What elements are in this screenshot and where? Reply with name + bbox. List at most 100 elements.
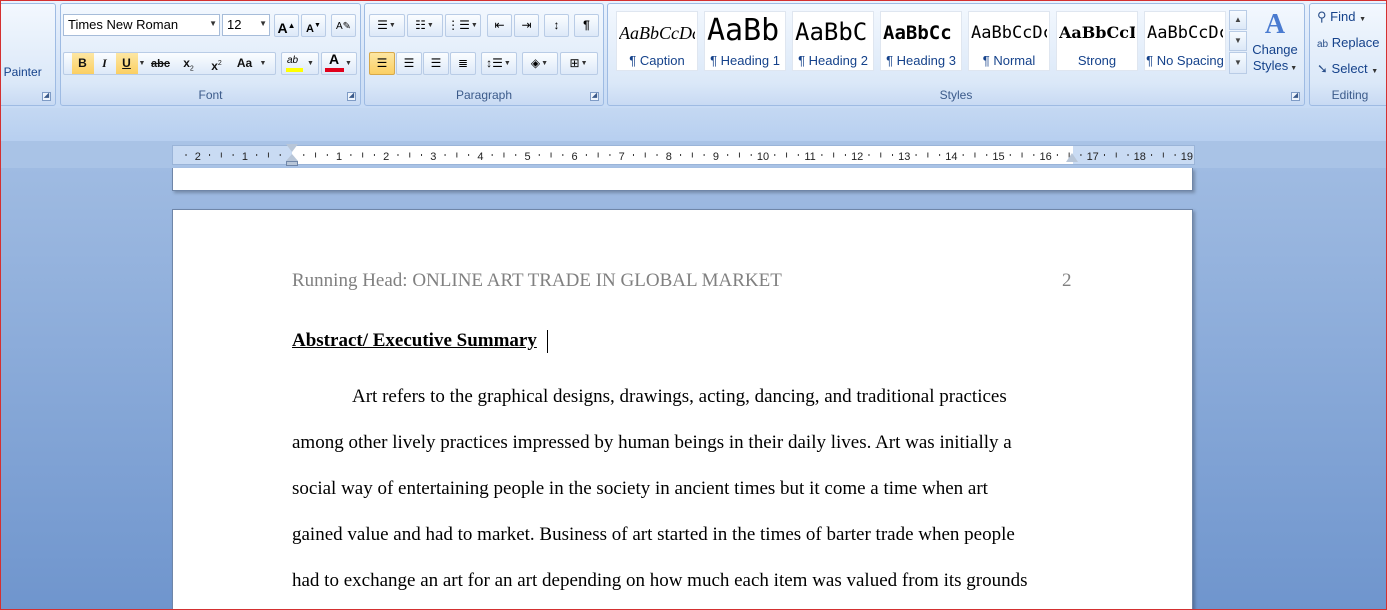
borders-button[interactable]: ⊞▼ xyxy=(560,52,598,75)
align-right-button[interactable]: ☰ xyxy=(423,52,449,75)
select-button[interactable]: ➘ Select ▼ xyxy=(1317,61,1378,77)
gallery-more-button[interactable]: ▼ xyxy=(1229,52,1247,74)
underline-button[interactable]: U xyxy=(115,53,138,74)
multilevel-list-button[interactable]: ⋮☰▼ xyxy=(445,14,481,37)
font-group-label: Font xyxy=(198,88,223,102)
grow-font-button[interactable]: A▲ xyxy=(274,14,299,37)
align-center-button[interactable]: ☰ xyxy=(396,52,422,75)
decrease-indent-icon: ⇤ xyxy=(494,18,505,32)
hanging-indent-marker[interactable] xyxy=(286,154,298,161)
superscript-icon: x xyxy=(211,59,218,73)
clear-formatting-button[interactable]: A✎ xyxy=(331,14,356,37)
ruler-label: 9 xyxy=(713,151,719,163)
ruler-label: 10 xyxy=(757,151,769,163)
font-dialog-launcher[interactable]: ◢ xyxy=(347,92,356,101)
previous-page-bottom xyxy=(172,168,1193,191)
body-line[interactable]: had to exchange an art for an art depend… xyxy=(292,570,1028,592)
document-page[interactable]: Running Head: ONLINE ART TRADE IN GLOBAL… xyxy=(172,209,1193,610)
line-spacing-icon: ↕☰ xyxy=(486,56,503,70)
style-caption[interactable]: AaBbCcDc ¶ Caption xyxy=(616,11,698,71)
gallery-scroll-up[interactable]: ▲ xyxy=(1229,10,1247,30)
gallery-scroll-down[interactable]: ▼ xyxy=(1229,31,1247,51)
borders-icon: ⊞ xyxy=(569,56,580,70)
style-name: ¶ No Spacing xyxy=(1146,53,1224,68)
sort-button[interactable]: ↕ xyxy=(544,14,569,37)
style-name: ¶ Caption xyxy=(629,53,685,68)
font-name-value: Times New Roman xyxy=(68,17,179,32)
font-format-strip: B I U ▼ abc x2 x2 Aa ▼ xyxy=(63,52,276,75)
numbering-button[interactable]: ☷▼ xyxy=(407,14,443,37)
find-button[interactable]: ⚲ Find ▼ xyxy=(1317,9,1366,25)
italic-button[interactable]: I xyxy=(94,53,116,74)
strikethrough-icon: abc xyxy=(151,58,170,70)
body-line[interactable]: among other lively practices impressed b… xyxy=(292,432,1012,454)
paragraph-group-label: Paragraph xyxy=(455,88,513,102)
highlight-color-bar xyxy=(286,68,303,72)
shading-button[interactable]: ◈▼ xyxy=(522,52,558,75)
style-heading-2[interactable]: AaBbC ¶ Heading 2 xyxy=(792,11,874,71)
change-case-icon: Aa xyxy=(236,56,253,70)
ruler-label: 2 xyxy=(195,151,201,163)
style-name: ¶ Heading 2 xyxy=(798,53,868,68)
ruler-label: 6 xyxy=(572,151,578,163)
body-line[interactable]: gained value and had to market. Business… xyxy=(292,524,1015,546)
strikethrough-button[interactable]: abc xyxy=(147,53,175,74)
style-heading-3[interactable]: AaBbCc ¶ Heading 3 xyxy=(880,11,962,71)
change-case-dropdown-icon[interactable]: ▼ xyxy=(259,53,268,74)
editing-group: ⚲ Find ▼ ab Replace ➘ Select ▼ Editing xyxy=(1309,3,1387,106)
ruler-label: 2 xyxy=(383,151,389,163)
style-heading-1[interactable]: AaBb ¶ Heading 1 xyxy=(704,11,786,71)
body-line[interactable]: social way of entertaining people in the… xyxy=(292,478,988,500)
ruler-label: 15 xyxy=(992,151,1004,163)
align-left-button[interactable]: ☰ xyxy=(369,52,395,75)
styles-dialog-launcher[interactable]: ◢ xyxy=(1291,92,1300,101)
font-name-combo[interactable]: Times New Roman ▼ xyxy=(63,14,220,36)
change-case-button[interactable]: Aa xyxy=(231,53,259,74)
subscript-button[interactable]: x2 xyxy=(175,53,203,74)
line-spacing-button[interactable]: ↕☰▼ xyxy=(481,52,517,75)
first-line-indent-marker[interactable] xyxy=(286,144,298,152)
style-name: ¶ Heading 3 xyxy=(886,53,956,68)
align-center-icon: ☰ xyxy=(403,56,415,70)
font-size-combo[interactable]: 12 ▼ xyxy=(222,14,270,36)
highlight-color-button[interactable]: ab ▼ xyxy=(281,52,319,75)
underline-dropdown-icon[interactable]: ▼ xyxy=(138,53,147,74)
ruler-label: 1 xyxy=(336,151,342,163)
style-preview: AaBbCcDc xyxy=(971,23,1047,43)
shrink-font-button[interactable]: A▼ xyxy=(301,14,326,37)
right-indent-marker[interactable] xyxy=(1066,153,1078,162)
show-formatting-button[interactable]: ¶ xyxy=(574,14,599,37)
paragraph-dialog-launcher[interactable]: ◢ xyxy=(590,92,599,101)
justify-button[interactable]: ≣ xyxy=(450,52,476,75)
style-preview: AaBbCcDc xyxy=(1147,23,1223,43)
decrease-indent-button[interactable]: ⇤ xyxy=(487,14,512,37)
superscript-button[interactable]: x2 xyxy=(203,53,231,74)
horizontal-ruler[interactable]: 2 1 1 2 3 4 5 6 7 8 9 10 11 12 13 14 15 16 17 18 19 xyxy=(172,144,1195,166)
body-line[interactable]: Art refers to the graphical designs, dra… xyxy=(352,386,1007,408)
replace-button[interactable]: ab Replace xyxy=(1317,35,1379,50)
font-color-button[interactable]: A ▼ xyxy=(321,51,357,75)
clear-formatting-icon: A✎ xyxy=(335,21,352,32)
bullets-button[interactable]: ☰▼ xyxy=(369,14,405,37)
paragraph-group: ☰▼ ☷▼ ⋮☰▼ ⇤ ⇥ ↕ ¶ ☰ ☰ ☰ ≣ ↕☰▼ ◈▼ ⊞▼ Para… xyxy=(364,3,604,106)
clipboard-dialog-launcher[interactable]: ◢ xyxy=(42,92,51,101)
style-no-spacing[interactable]: AaBbCcDc ¶ No Spacing xyxy=(1144,11,1226,71)
font-color-icon: A xyxy=(329,51,340,67)
font-group: Times New Roman ▼ 12 ▼ A▲ A▼ A✎ B I U ▼ abc x… xyxy=(60,3,361,106)
style-preview: AaBbCc xyxy=(883,22,952,44)
style-preview: AaBb xyxy=(707,15,780,48)
section-heading[interactable]: Abstract/ Executive Summary xyxy=(292,330,537,352)
font-color-bar xyxy=(325,68,344,72)
highlight-dropdown-icon: ▼ xyxy=(307,60,314,67)
editing-group-label: Editing xyxy=(1331,88,1369,102)
change-styles-button[interactable]: A Change Styles ▼ xyxy=(1250,8,1300,88)
left-indent-marker[interactable] xyxy=(286,161,298,166)
clipboard-group: t Painter ◢ xyxy=(0,3,56,106)
format-painter-button[interactable]: t Painter xyxy=(0,65,42,79)
style-normal[interactable]: AaBbCcDc ¶ Normal xyxy=(968,11,1050,71)
style-strong[interactable]: AaBbCcI Strong xyxy=(1056,11,1138,71)
bold-button[interactable]: B xyxy=(71,53,94,74)
ribbon: t Painter ◢ Times New Roman ▼ 12 ▼ A▲ A▼… xyxy=(0,0,1387,108)
increase-indent-button[interactable]: ⇥ xyxy=(514,14,539,37)
running-head: Running Head: ONLINE ART TRADE IN GLOBAL… xyxy=(292,270,782,291)
